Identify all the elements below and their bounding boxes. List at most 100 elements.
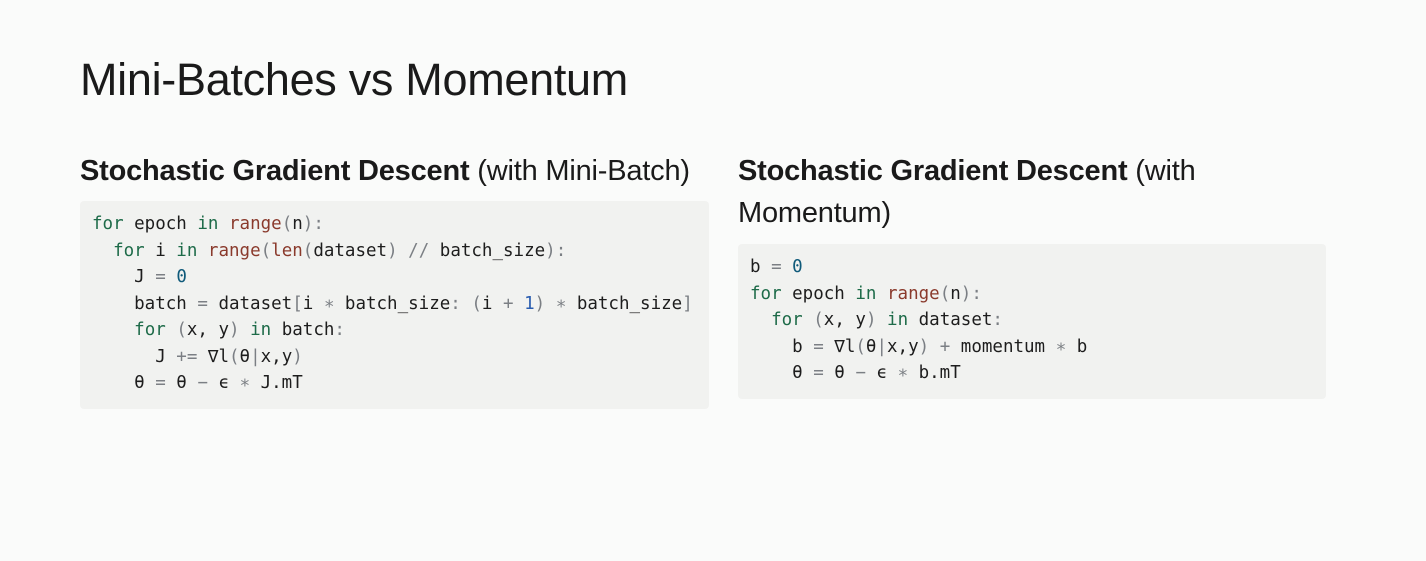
code-token: batch xyxy=(271,320,335,340)
code-token: : xyxy=(992,310,1003,330)
code-token: ∗ xyxy=(1055,336,1067,357)
code-token: ( xyxy=(176,320,187,340)
code-token: b.mT xyxy=(908,363,961,383)
code-token: i xyxy=(481,293,503,314)
code-token: θ xyxy=(750,363,814,383)
code-token: | xyxy=(250,346,261,367)
code-token: J xyxy=(92,346,177,367)
code-token: : xyxy=(334,320,345,340)
code-token: for xyxy=(750,283,782,304)
code-token: = xyxy=(155,373,166,393)
code-token: n xyxy=(292,214,303,234)
code-token: | xyxy=(876,336,888,357)
code-token: x,y xyxy=(887,336,919,357)
code-token: range xyxy=(207,240,261,261)
code-line: J = 0 xyxy=(92,264,697,291)
code-token: = xyxy=(813,336,824,357)
code-token: = xyxy=(155,267,166,287)
code-line: for i in range(len(dataset) // batch_siz… xyxy=(92,238,697,265)
code-token: b xyxy=(750,336,814,357)
code-token: in xyxy=(887,310,909,330)
momentum-code-block: b = 0 for epoch in range(n): for (x, y) i… xyxy=(738,244,1326,399)
minibatch-heading: Stochastic Gradient Descent (with Mini-B… xyxy=(80,150,709,192)
code-token: in xyxy=(855,283,877,304)
code-token: in xyxy=(250,320,272,340)
code-token: ) xyxy=(229,320,240,340)
code-token: batch_size xyxy=(566,293,683,314)
code-line: b = 0 xyxy=(750,254,1314,281)
code-token: ( xyxy=(302,240,314,261)
code-token: θ xyxy=(92,373,156,393)
code-token: J.mT xyxy=(250,373,303,393)
code-token: ): xyxy=(960,283,982,304)
code-token: for xyxy=(771,310,803,330)
code-token: 1 xyxy=(524,293,535,314)
code-token: batch_size xyxy=(429,240,546,261)
code-token: dataset xyxy=(313,240,388,261)
code-line: θ = θ − ϵ ∗ J.mT xyxy=(92,370,697,397)
code-token: θ xyxy=(865,336,877,357)
code-line: batch = dataset[i ∗ batch_size: (i + 1) … xyxy=(92,291,697,318)
code-token: range xyxy=(887,283,940,304)
code-token: ∇l xyxy=(823,336,856,357)
code-token: ) xyxy=(387,240,398,261)
code-token: for xyxy=(113,240,145,261)
code-token: b xyxy=(750,257,772,277)
code-token: − xyxy=(197,373,208,393)
code-token: x, y xyxy=(823,310,866,330)
minibatch-heading-bold: Stochastic Gradient Descent xyxy=(80,155,470,187)
code-token: ( xyxy=(855,336,866,357)
code-token: + xyxy=(503,293,514,314)
code-token: batch xyxy=(92,293,198,314)
code-token: ( xyxy=(939,283,951,304)
momentum-column: Stochastic Gradient Descent (with Moment… xyxy=(738,150,1326,399)
code-token: ] xyxy=(682,293,693,314)
code-line: for (x, y) in batch: xyxy=(92,317,697,344)
code-token: 0 xyxy=(176,267,187,287)
code-token: momentum xyxy=(950,336,1056,357)
code-token: dataset xyxy=(207,293,293,314)
code-token: = xyxy=(813,363,824,383)
code-token: ∗ xyxy=(555,293,567,314)
code-token: ϵ xyxy=(207,373,240,393)
code-token: J xyxy=(92,267,156,287)
code-line: J += ∇l(θ|x,y) xyxy=(92,344,697,371)
code-line: for (x, y) in dataset: xyxy=(750,307,1314,334)
code-token: // xyxy=(408,240,430,261)
code-token: θ xyxy=(239,346,251,367)
code-line: b = ∇l(θ|x,y) + momentum ∗ b xyxy=(750,334,1314,361)
code-token: ∗ xyxy=(239,373,251,393)
code-token: ( xyxy=(813,310,824,330)
code-token: ( xyxy=(260,240,272,261)
momentum-heading-bold: Stochastic Gradient Descent xyxy=(738,155,1128,187)
code-token: x,y xyxy=(260,346,293,367)
code-token: i xyxy=(302,293,324,314)
code-token: range xyxy=(229,214,282,234)
code-token: i xyxy=(144,240,177,261)
code-token: ϵ xyxy=(865,363,898,383)
code-token: ∗ xyxy=(323,293,335,314)
code-line: for epoch in range(n): xyxy=(92,211,697,238)
code-token: in xyxy=(197,214,219,234)
code-token: ) xyxy=(918,336,930,357)
code-token: = xyxy=(771,257,782,277)
code-line: for epoch in range(n): xyxy=(750,281,1314,308)
code-token: ) xyxy=(292,346,303,367)
momentum-heading: Stochastic Gradient Descent (with Moment… xyxy=(738,150,1326,234)
